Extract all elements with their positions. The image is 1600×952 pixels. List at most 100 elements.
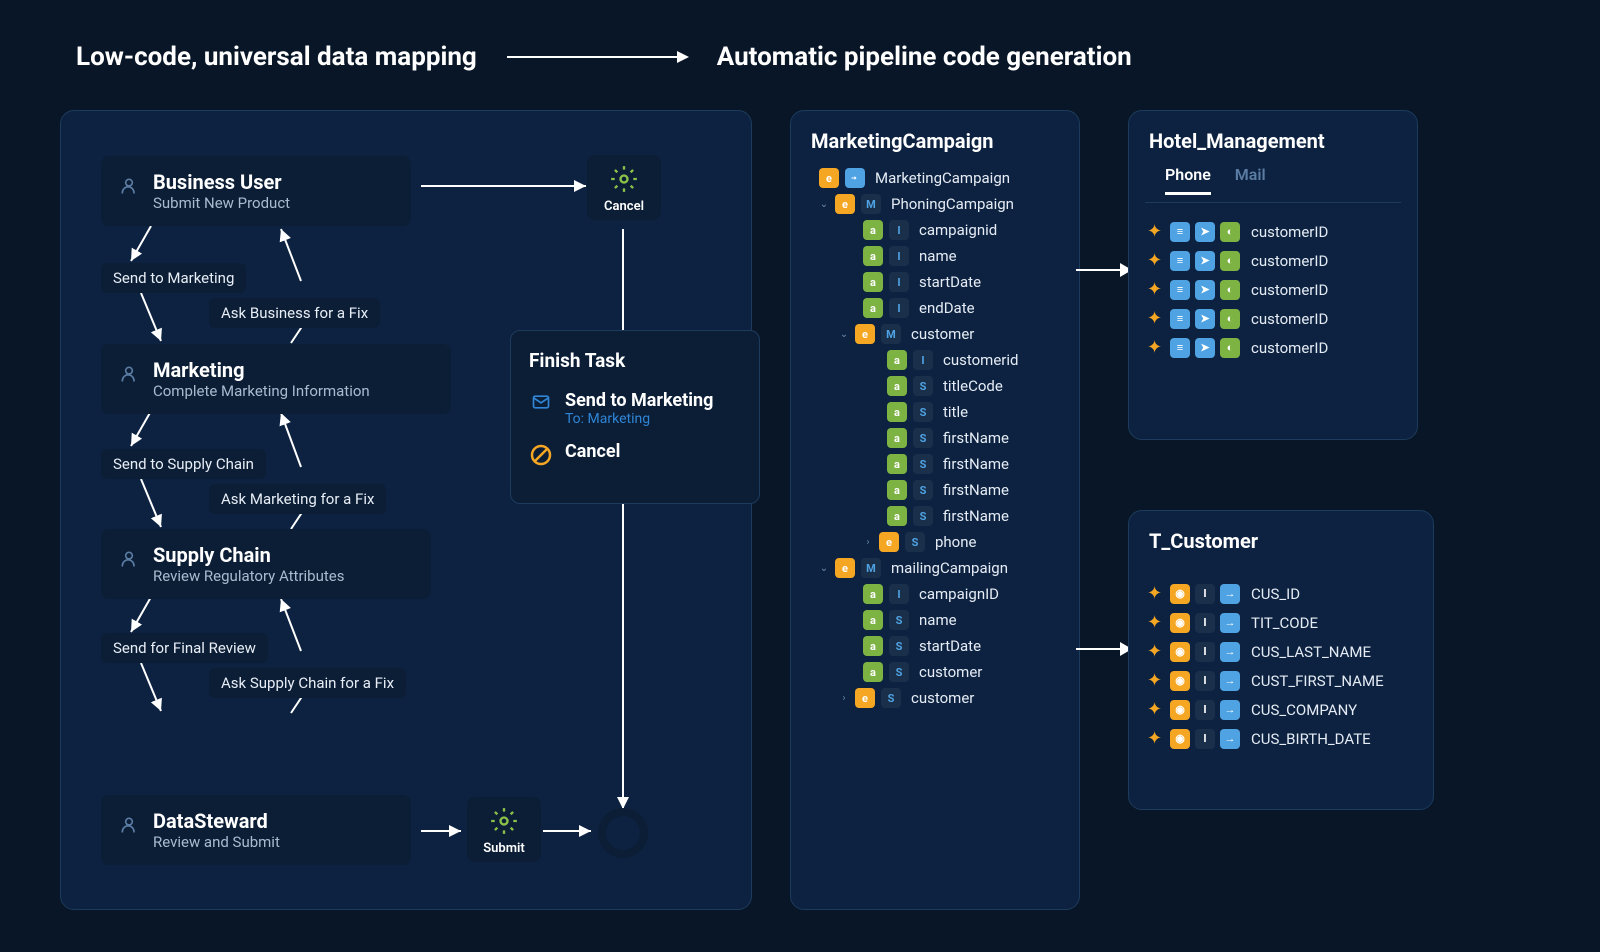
list-icon: ≡ [1170,222,1190,242]
bulb-icon: ◉ [1170,671,1190,691]
list-icon: ≡ [1170,251,1190,271]
star-icon: ✦ [1147,728,1165,749]
attribute-badge-icon: a [887,454,907,474]
submit-node[interactable]: Submit [467,797,541,862]
card-subtitle: Submit New Product [153,194,290,212]
field-row[interactable]: ✦◉I→CUS_BIRTH_DATE [1147,724,1415,753]
type-int-icon: I [1195,729,1215,749]
tree-node[interactable]: ›eSphone [809,529,1065,555]
panel-title: T_Customer [1129,511,1433,565]
send-to-marketing-action[interactable]: Send to Marketing To: Marketing [529,390,741,427]
attribute-badge-icon: a [863,610,883,630]
clock-icon: ◐ [1220,280,1240,300]
map-arrow-icon: ➤ [1195,251,1215,271]
arrow-icon [1076,648,1130,650]
tree-node[interactable]: aScustomer [809,659,1065,685]
workflow-card-business-user[interactable]: Business User Submit New Product [101,156,411,226]
type-string-icon: S [881,688,901,708]
action-label: Send to Marketing [565,390,713,411]
arrow-right-icon: → [1220,700,1240,720]
tree-node[interactable]: a I name [809,243,1065,269]
type-m-icon: M [861,558,881,578]
workflow-card-supply-chain[interactable]: Supply Chain Review Regulatory Attribute… [101,529,431,599]
field-row[interactable]: ✦◉I→CUS_ID [1147,579,1415,608]
field-row[interactable]: ✦≡➤◐customerID [1147,275,1399,304]
tree-node[interactable]: a I startDate [809,269,1065,295]
header-row: Low-code, universal data mapping Automat… [76,42,1132,72]
caret-right-icon: › [863,537,873,548]
tree-node[interactable]: aStitleCode [809,373,1065,399]
field-row[interactable]: ✦≡➤◐customerID [1147,217,1399,246]
arrow-right-icon: → [1220,584,1240,604]
attribute-badge-icon: a [863,220,883,240]
entity-badge-icon: e [855,688,875,708]
star-icon: ✦ [1147,337,1165,358]
map-arrow-icon: ➤ [1195,280,1215,300]
entity-badge-icon: e [835,558,855,578]
field-row[interactable]: ✦≡➤◐customerID [1147,246,1399,275]
card-subtitle: Complete Marketing Information [153,382,370,400]
field-row[interactable]: ✦◉I→CUS_LAST_NAME [1147,637,1415,666]
bulb-icon: ◉ [1170,613,1190,633]
tab-phone[interactable]: Phone [1165,165,1211,195]
map-arrow-icon: ➤ [1195,222,1215,242]
workflow-card-data-steward[interactable]: DataSteward Review and Submit [101,795,411,865]
attribute-badge-icon: a [887,376,907,396]
tree-node[interactable]: a I endDate [809,295,1065,321]
field-row[interactable]: ✦◉I→CUS_COMPANY [1147,695,1415,724]
star-icon: ✦ [1147,279,1165,300]
type-int-icon: I [889,272,909,292]
bulb-icon: ◉ [1170,700,1190,720]
type-string-icon: S [913,480,933,500]
tree-node[interactable]: e MarketingCampaign [809,165,1065,191]
tree-node[interactable]: aSfirstName [809,451,1065,477]
attribute-badge-icon: a [863,636,883,656]
entity-badge-icon: e [835,194,855,214]
tree-node[interactable]: aSstartDate [809,633,1065,659]
field-row[interactable]: ✦≡➤◐customerID [1147,333,1399,362]
arrow-right-icon: → [1220,671,1240,691]
tree-node[interactable]: aStitle [809,399,1065,425]
type-int-icon: I [1195,613,1215,633]
attribute-badge-icon: a [863,662,883,682]
tree-node[interactable]: aSfirstName [809,425,1065,451]
type-string-icon: S [889,662,909,682]
tree-node[interactable]: a I campaignid [809,217,1065,243]
node-label: Cancel [599,199,649,214]
transition-pill: Send to Marketing [101,263,246,293]
tab-bar: Phone Mail [1145,165,1401,203]
tree-node[interactable]: aSfirstName [809,503,1065,529]
tree-node[interactable]: ⌄eMmailingCampaign [809,555,1065,581]
cancel-action[interactable]: Cancel [529,441,741,471]
type-int-icon: I [889,246,909,266]
type-int-icon: I [913,350,933,370]
tree-node[interactable]: aIcampaignID [809,581,1065,607]
tree-node[interactable]: ›eScustomer [809,685,1065,711]
clock-icon: ◐ [1220,338,1240,358]
card-title: Marketing [153,358,370,382]
map-arrow-icon: ➤ [1195,309,1215,329]
list-icon: ≡ [1170,309,1190,329]
workflow-panel: Business User Submit New Product Marketi… [60,110,752,910]
type-int-icon: I [1195,700,1215,720]
arrow-right-icon: → [1220,613,1240,633]
list-icon: ≡ [1170,280,1190,300]
user-icon [119,815,139,835]
tree-node[interactable]: ⌄ e M PhoningCampaign [809,191,1065,217]
header-right: Automatic pipeline code generation [717,42,1132,72]
field-row[interactable]: ✦◉I→TIT_CODE [1147,608,1415,637]
tree-node[interactable]: ⌄ e M customer [809,321,1065,347]
attribute-badge-icon: a [887,350,907,370]
list-icon: ≡ [1170,338,1190,358]
cancel-node[interactable]: Cancel [587,155,661,220]
tree-node[interactable]: aSfirstName [809,477,1065,503]
clock-icon: ◐ [1220,309,1240,329]
field-row[interactable]: ✦≡➤◐customerID [1147,304,1399,333]
tree-node[interactable]: aSname [809,607,1065,633]
field-row[interactable]: ✦◉I→CUST_FIRST_NAME [1147,666,1415,695]
map-arrow-icon [845,168,865,188]
t-customer-panel: T_Customer ✦◉I→CUS_ID ✦◉I→TIT_CODE ✦◉I→C… [1128,510,1434,810]
workflow-card-marketing[interactable]: Marketing Complete Marketing Information [101,344,451,414]
tree-node[interactable]: aIcustomerid [809,347,1065,373]
tab-mail[interactable]: Mail [1235,165,1266,194]
